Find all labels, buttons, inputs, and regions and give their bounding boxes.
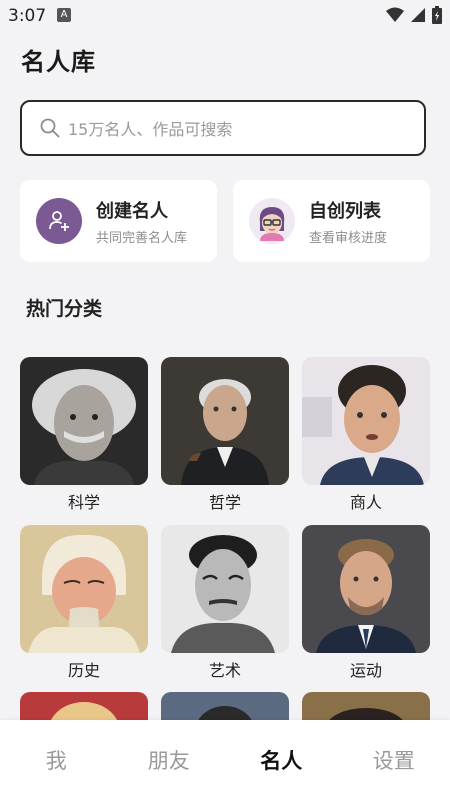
- page-title: 名人库: [21, 48, 96, 76]
- nav-tab-friends[interactable]: 朋友: [129, 745, 209, 775]
- card-subtitle: 查看审核进度: [309, 230, 388, 246]
- status-bar: 3:07 A: [0, 0, 450, 32]
- wifi-icon: [386, 7, 404, 22]
- category-thumbnail: [20, 525, 148, 653]
- bottom-nav: 我 朋友 名人 设置: [0, 720, 450, 800]
- category-science[interactable]: 科学: [20, 357, 148, 513]
- category-art[interactable]: 艺术: [161, 525, 289, 681]
- search-icon: [40, 118, 60, 138]
- battery-icon: [432, 6, 442, 24]
- category-label: 商人: [349, 493, 382, 512]
- category-history[interactable]: 历史: [20, 525, 148, 681]
- card-title: 创建名人: [96, 200, 168, 222]
- category-label: 艺术: [208, 661, 241, 680]
- card-subtitle: 共同完善名人库: [96, 230, 188, 246]
- category-thumbnail: [161, 525, 289, 653]
- card-title: 自创列表: [309, 200, 381, 222]
- status-time: 3:07: [8, 6, 47, 26]
- search-placeholder: 15万名人、作品可搜索: [68, 120, 233, 139]
- category-thumbnail: [161, 357, 289, 485]
- category-sports[interactable]: 运动: [302, 525, 430, 681]
- hot-categories-title: 热门分类: [26, 298, 103, 320]
- add-user-icon: [36, 198, 82, 244]
- category-label: 哲学: [208, 493, 241, 512]
- signal-icon: [411, 8, 425, 22]
- avatar-icon: [249, 198, 295, 244]
- custom-list-card[interactable]: 自创列表 查看审核进度: [233, 180, 430, 262]
- status-icons: [386, 6, 442, 24]
- nav-tab-me[interactable]: 我: [16, 745, 96, 775]
- create-celebrity-card[interactable]: 创建名人 共同完善名人库: [20, 180, 217, 262]
- category-philosophy[interactable]: 哲学: [161, 357, 289, 513]
- search-input[interactable]: 15万名人、作品可搜索: [20, 100, 426, 156]
- category-thumbnail: [302, 357, 430, 485]
- nav-tab-celebrities[interactable]: 名人: [241, 745, 321, 775]
- notification-icon: A: [57, 8, 71, 22]
- category-business[interactable]: 商人: [302, 357, 430, 513]
- category-thumbnail: [302, 525, 430, 653]
- category-thumbnail: [20, 357, 148, 485]
- category-label: 科学: [67, 493, 100, 512]
- nav-tab-settings[interactable]: 设置: [354, 745, 434, 775]
- category-label: 运动: [349, 661, 382, 680]
- category-label: 历史: [67, 661, 100, 680]
